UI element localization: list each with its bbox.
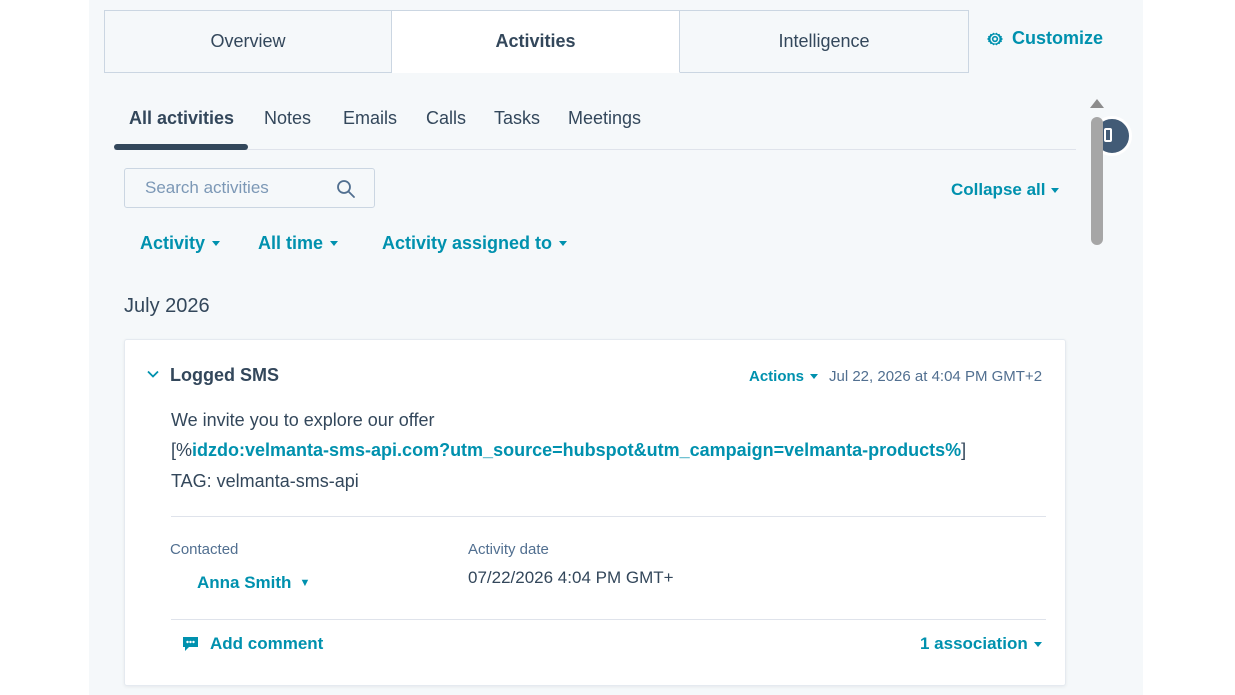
comment-icon bbox=[183, 637, 198, 651]
sms-link-line: [%idzdo:velmanta-sms-api.com?utm_source=… bbox=[171, 440, 966, 461]
chevron-down-icon[interactable] bbox=[146, 367, 160, 381]
add-comment-label: Add comment bbox=[210, 634, 324, 653]
collapse-all-label: Collapse all bbox=[951, 180, 1046, 199]
divider bbox=[171, 619, 1046, 620]
activity-title[interactable]: Logged SMS bbox=[170, 365, 279, 386]
contacted-label: Contacted bbox=[170, 541, 239, 558]
caret-down-icon: ▼ bbox=[299, 577, 311, 589]
actions-dropdown[interactable]: Actions bbox=[749, 368, 819, 385]
tab-intelligence[interactable]: Intelligence bbox=[680, 10, 969, 73]
activity-date-value[interactable]: 07/22/2026 4:04 PM GMT+ bbox=[468, 568, 674, 588]
association-dropdown[interactable]: 1 association bbox=[920, 634, 1042, 654]
record-tabs: Overview Activities Intelligence bbox=[104, 10, 969, 73]
filter-label: Activity assigned to bbox=[382, 233, 553, 253]
caret-down-icon bbox=[559, 241, 568, 246]
tab-activities[interactable]: Activities bbox=[392, 10, 680, 73]
filter-label: Activity bbox=[140, 233, 206, 253]
customize-button[interactable]: Customize bbox=[986, 28, 1103, 49]
sms-link[interactable]: idzdo:velmanta-sms-api.com?utm_source=hu… bbox=[192, 440, 961, 460]
caret-down-icon bbox=[212, 241, 221, 246]
add-comment-button[interactable]: Add comment bbox=[182, 634, 323, 654]
tab-overview[interactable]: Overview bbox=[104, 10, 392, 73]
collapse-all-button[interactable]: Collapse all bbox=[951, 180, 1060, 200]
caret-down-icon bbox=[1051, 187, 1060, 193]
activity-timestamp: Jul 22, 2026 at 4:04 PM GMT+2 bbox=[829, 368, 1043, 385]
tab-calls[interactable]: Calls bbox=[426, 108, 466, 129]
filter-all-time[interactable]: All time bbox=[258, 233, 339, 254]
activity-date-label: Activity date bbox=[468, 541, 549, 558]
actions-label: Actions bbox=[749, 368, 805, 385]
customize-label: Customize bbox=[1012, 28, 1104, 48]
tab-notes[interactable]: Notes bbox=[264, 108, 311, 129]
scrollbar-thumb[interactable] bbox=[1091, 117, 1103, 245]
filter-label: All time bbox=[258, 233, 324, 253]
divider bbox=[171, 516, 1046, 517]
sms-body-line: We invite you to explore our offer bbox=[171, 410, 435, 430]
gear-icon bbox=[986, 32, 1004, 45]
search-icon[interactable] bbox=[336, 179, 356, 199]
activity-type-tabs: All activities Notes Emails Calls Tasks … bbox=[114, 100, 1076, 150]
month-heading: July 2026 bbox=[124, 295, 210, 317]
association-label: 1 association bbox=[920, 634, 1028, 653]
scrollbar[interactable] bbox=[1087, 95, 1107, 695]
link-bracket-open: [% bbox=[171, 440, 193, 460]
filter-activity[interactable]: Activity bbox=[140, 233, 221, 254]
search-box bbox=[124, 168, 375, 208]
filter-activity-assigned-to[interactable]: Activity assigned to bbox=[382, 233, 568, 254]
link-bracket-close: ] bbox=[961, 440, 967, 460]
sms-tag-line: TAG: velmanta-sms-api bbox=[171, 471, 359, 491]
tab-meetings[interactable]: Meetings bbox=[568, 108, 641, 129]
activity-card: Logged SMS Actions Jul 22, 2026 at 4:04 … bbox=[124, 339, 1066, 686]
active-tab-indicator bbox=[114, 144, 248, 150]
tab-emails[interactable]: Emails bbox=[343, 108, 397, 129]
record-panel: Overview Activities Intelligence Customi… bbox=[89, 0, 1143, 695]
caret-down-icon bbox=[330, 241, 339, 246]
contacted-dropdown[interactable]: Anna Smith ▼ bbox=[197, 573, 310, 593]
contact-name: Anna Smith bbox=[197, 573, 292, 592]
search-input[interactable] bbox=[125, 169, 335, 207]
tab-tasks[interactable]: Tasks bbox=[494, 108, 540, 129]
caret-down-icon bbox=[1033, 641, 1042, 647]
caret-down-icon bbox=[810, 374, 819, 379]
scroll-up-icon[interactable] bbox=[1090, 99, 1104, 108]
tab-all-activities[interactable]: All activities bbox=[129, 108, 234, 129]
